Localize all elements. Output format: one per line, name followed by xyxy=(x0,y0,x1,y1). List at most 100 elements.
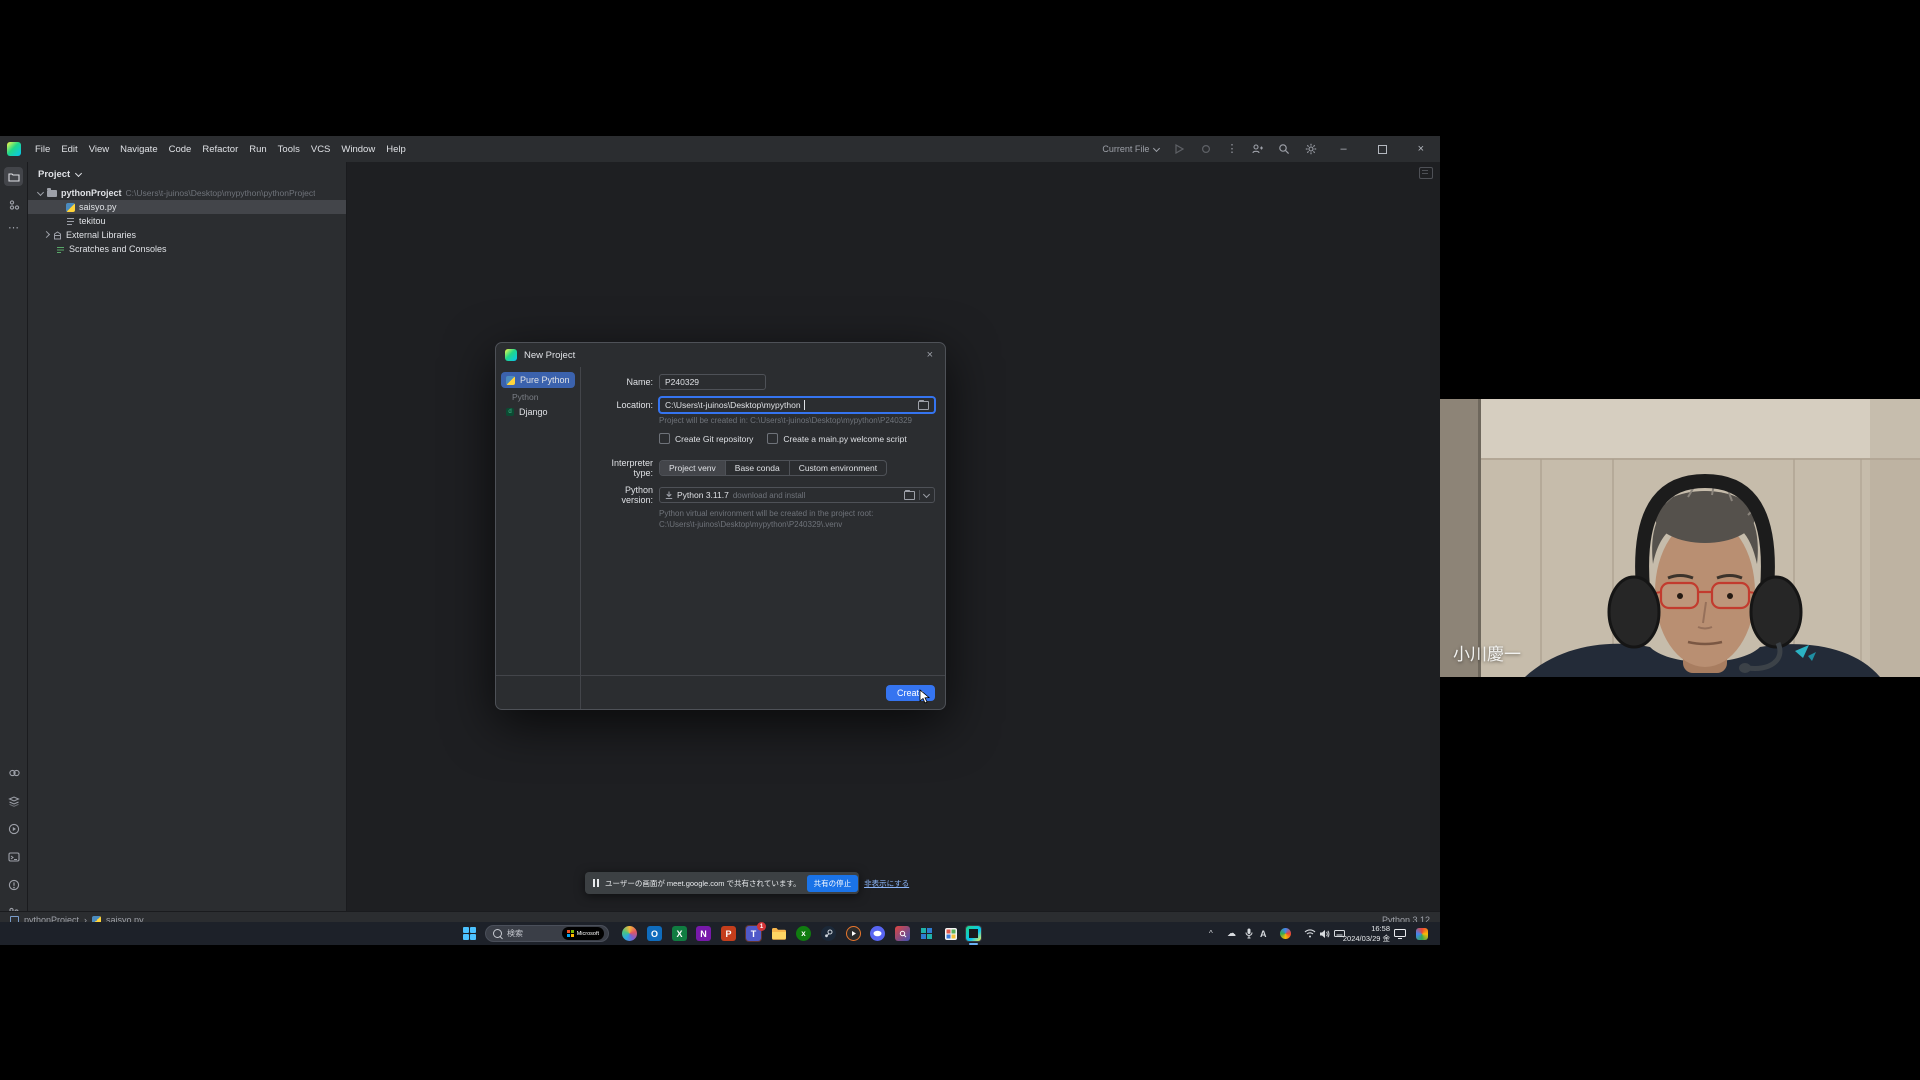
windows-taskbar: 検索 Microsoft O X N P T1 x xyxy=(0,922,1440,945)
search-icon xyxy=(493,929,502,938)
discord-icon[interactable] xyxy=(869,925,886,942)
participant-video-tile[interactable]: 小川慶一 xyxy=(1440,399,1920,677)
main-checkbox-label: Create a main.py welcome script xyxy=(783,434,906,444)
outlook-icon[interactable]: O xyxy=(646,925,663,942)
project-type-pure-python[interactable]: Pure Python xyxy=(501,372,575,388)
microsoft-badge[interactable]: Microsoft xyxy=(562,927,604,940)
project-type-django[interactable]: d Django xyxy=(501,404,575,420)
clock-date: 2024/03/29 金 xyxy=(1343,934,1390,944)
tree-row-scratches[interactable]: Scratches and Consoles xyxy=(28,242,346,256)
interpreter-type-row: Interpreter type: Project venv Base cond… xyxy=(591,458,935,478)
run-configuration-select[interactable]: Current File xyxy=(1102,144,1159,154)
window-maximize-button[interactable] xyxy=(1378,145,1387,154)
segment-custom-environment[interactable]: Custom environment xyxy=(790,461,886,475)
excel-icon[interactable]: X xyxy=(671,925,688,942)
menu-file[interactable]: File xyxy=(30,141,55,158)
text-caret xyxy=(804,400,805,410)
python-packages-tool-icon[interactable] xyxy=(4,763,23,782)
menu-help[interactable]: Help xyxy=(381,141,411,158)
file-explorer-icon[interactable] xyxy=(770,925,787,942)
menu-refactor[interactable]: Refactor xyxy=(197,141,243,158)
browse-folder-icon[interactable] xyxy=(918,401,929,410)
location-input[interactable]: C:\Users\t-juinos\Desktop\mypython xyxy=(659,397,935,413)
more-tool-windows-icon[interactable]: ⋯ xyxy=(8,223,19,234)
tree-row-saisyo[interactable]: saisyo.py xyxy=(28,200,346,214)
project-type-label: Django xyxy=(519,407,548,417)
code-with-me-icon[interactable] xyxy=(1250,142,1264,156)
pycharm-taskbar-icon[interactable] xyxy=(965,925,982,942)
tray-clock[interactable]: 16:58 2024/03/29 金 xyxy=(1343,924,1390,943)
notifications-icon[interactable] xyxy=(1419,167,1433,179)
browse-folder-icon[interactable] xyxy=(904,491,915,500)
chevron-right-icon xyxy=(43,230,50,237)
menu-code[interactable]: Code xyxy=(164,141,197,158)
tree-label: pythonProject xyxy=(61,188,122,198)
menu-view[interactable]: View xyxy=(84,141,114,158)
volume-icon[interactable] xyxy=(1319,926,1330,941)
python-version-select[interactable]: Python 3.11.7 download and install xyxy=(659,487,935,503)
notification-center-icon[interactable] xyxy=(1416,926,1428,941)
tree-label: tekitou xyxy=(79,216,106,226)
folder-icon xyxy=(47,190,57,197)
microphone-icon[interactable] xyxy=(1245,926,1253,941)
git-repository-checkbox[interactable]: Create Git repository xyxy=(659,433,753,444)
window-close-button[interactable]: × xyxy=(1409,136,1433,162)
search-everywhere-icon[interactable] xyxy=(1277,142,1291,156)
tool-window-strip: ⋯ xyxy=(0,162,28,928)
onedrive-icon[interactable]: ☁ xyxy=(1227,926,1236,941)
menu-vcs[interactable]: VCS xyxy=(306,141,336,158)
search-placeholder: 検索 xyxy=(507,928,557,939)
media-player-icon[interactable] xyxy=(845,925,862,942)
tray-color-app-icon[interactable] xyxy=(1280,926,1291,941)
terminal-tool-icon[interactable] xyxy=(4,847,23,866)
location-row: Location: C:\Users\t-juinos\Desktop\mypy… xyxy=(591,397,935,413)
app-red-icon[interactable] xyxy=(894,925,911,942)
tree-row-external-libraries[interactable]: External Libraries xyxy=(28,228,346,242)
main-welcome-script-checkbox[interactable]: Create a main.py welcome script xyxy=(767,433,906,444)
tray-chevron-icon[interactable]: ^ xyxy=(1209,926,1213,941)
more-actions-icon[interactable]: ⋮ xyxy=(1226,144,1237,155)
hide-share-bar-link[interactable]: 非表示にする xyxy=(864,878,909,889)
project-panel-header[interactable]: Project xyxy=(28,162,346,186)
services-tool-icon[interactable] xyxy=(4,791,23,810)
menu-edit[interactable]: Edit xyxy=(56,141,82,158)
tree-row-python-project[interactable]: pythonProject C:\Users\t-juinos\Desktop\… xyxy=(28,186,346,200)
screen-share-indicator-icon[interactable] xyxy=(1394,926,1406,941)
menu-navigate[interactable]: Navigate xyxy=(115,141,163,158)
stop-sharing-button[interactable]: 共有の停止 xyxy=(807,875,859,892)
project-type-list: Pure Python Python d Django xyxy=(496,367,581,709)
menu-run[interactable]: Run xyxy=(244,141,271,158)
window-minimize-button[interactable]: – xyxy=(1331,136,1355,162)
structure-tool-icon[interactable] xyxy=(4,195,23,214)
wifi-icon[interactable] xyxy=(1304,926,1316,941)
start-button[interactable] xyxy=(461,925,478,942)
run-button[interactable] xyxy=(1172,142,1186,156)
dialog-titlebar[interactable]: New Project × xyxy=(496,343,945,367)
app-pinwheel-icon[interactable] xyxy=(918,925,935,942)
menu-window[interactable]: Window xyxy=(336,141,380,158)
problems-tool-icon[interactable] xyxy=(4,875,23,894)
segment-base-conda[interactable]: Base conda xyxy=(726,461,790,475)
teams-icon[interactable]: T1 xyxy=(745,925,762,942)
chevron-down-icon[interactable] xyxy=(923,490,930,497)
project-tool-icon[interactable] xyxy=(4,167,23,186)
steam-icon[interactable] xyxy=(820,925,837,942)
menu-tools[interactable]: Tools xyxy=(273,141,305,158)
copilot-icon[interactable] xyxy=(621,925,638,942)
run-configuration-label: Current File xyxy=(1102,144,1149,154)
tree-row-tekitou[interactable]: tekitou xyxy=(28,214,346,228)
onenote-icon[interactable]: N xyxy=(695,925,712,942)
run-tool-icon[interactable] xyxy=(4,819,23,838)
powerpoint-icon[interactable]: P xyxy=(720,925,737,942)
segment-project-venv[interactable]: Project venv xyxy=(660,461,726,475)
python-version-label: Python version: xyxy=(591,485,653,505)
location-hint: Project will be created in: C:\Users\t-j… xyxy=(659,415,935,426)
ime-mode-indicator[interactable]: A xyxy=(1260,926,1267,941)
taskbar-search-box[interactable]: 検索 Microsoft xyxy=(485,925,609,942)
settings-gear-icon[interactable] xyxy=(1304,142,1318,156)
name-input[interactable]: P240329 xyxy=(659,374,766,390)
dialog-close-button[interactable]: × xyxy=(924,347,936,363)
app-tiles-icon[interactable] xyxy=(942,925,959,942)
debug-button[interactable] xyxy=(1199,142,1213,156)
xbox-icon[interactable]: x xyxy=(795,925,812,942)
